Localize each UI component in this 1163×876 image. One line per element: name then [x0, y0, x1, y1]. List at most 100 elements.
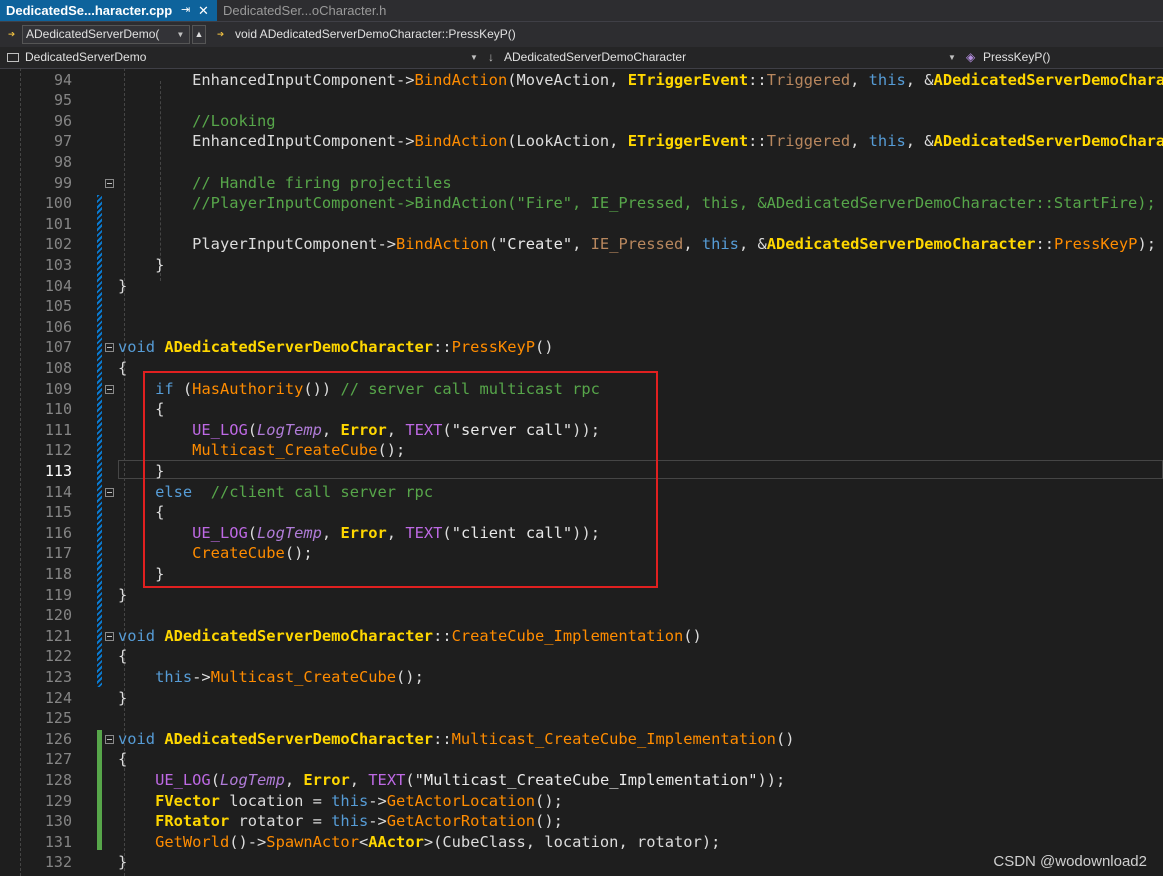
code-line[interactable]: 97 EnhancedInputComponent->BindAction(Lo… — [0, 131, 1163, 152]
code-text: PlayerInputComponent->BindAction("Create… — [118, 234, 1156, 255]
line-number: 95 — [53, 91, 72, 110]
code-line[interactable]: 104} — [0, 276, 1163, 297]
code-token: :: — [1035, 235, 1055, 254]
line-number: 114 — [44, 482, 72, 501]
close-icon[interactable]: ✕ — [198, 0, 209, 21]
code-text: } — [118, 852, 127, 873]
code-token: rotator = — [229, 812, 332, 831]
collapse-icon[interactable] — [105, 631, 114, 641]
code-token: BindAction — [414, 132, 508, 151]
code-line[interactable]: 95 — [0, 90, 1163, 111]
code-token: PressKeyP — [451, 338, 536, 357]
code-line[interactable]: 130 FRotator rotator = this->GetActorRot… — [0, 811, 1163, 832]
code-token: -> — [368, 791, 387, 810]
method-cube-icon: ◈ — [966, 50, 976, 64]
collapse-icon[interactable] — [105, 343, 114, 353]
code-token: } — [118, 276, 128, 295]
code-text: void ADedicatedServerDemoCharacter::Pres… — [118, 337, 554, 358]
code-token: < — [358, 832, 369, 851]
arrow-right-icon: ➔ — [8, 27, 16, 41]
code-line[interactable]: 105 — [0, 296, 1163, 317]
code-line[interactable]: 125 — [0, 708, 1163, 729]
code-token: -> — [368, 812, 387, 831]
project-dropdown[interactable]: DedicatedServerDemo ▼ — [0, 47, 482, 68]
code-token: :: — [433, 729, 452, 748]
pin-icon[interactable]: ⇥ — [181, 0, 190, 21]
code-line[interactable]: 128 UE_LOG(LogTemp, Error, TEXT("Multica… — [0, 770, 1163, 791]
code-token: } — [118, 255, 165, 274]
scope-name: ADedicatedServerDemoCharacter — [504, 50, 687, 64]
line-number: 106 — [44, 317, 72, 336]
code-token: ( — [405, 770, 415, 789]
code-text: this->Multicast_CreateCube(); — [118, 667, 424, 688]
code-line[interactable]: 121 void ADedicatedServerDemoCharacter::C… — [0, 626, 1163, 647]
line-number: 110 — [44, 400, 72, 419]
code-line[interactable]: 124} — [0, 688, 1163, 709]
code-token: :: — [433, 338, 452, 357]
code-line[interactable]: 123 this->Multicast_CreateCube(); — [0, 667, 1163, 688]
collapse-icon[interactable] — [105, 487, 114, 497]
line-number: 126 — [44, 729, 72, 748]
line-number: 96 — [53, 111, 72, 130]
tab-header-file[interactable]: DedicatedSer...oCharacter.h — [217, 0, 402, 21]
function-signature: void ADedicatedServerDemoCharacter::Pres… — [235, 27, 516, 41]
code-token: -> — [377, 235, 397, 254]
code-line[interactable]: 106 — [0, 317, 1163, 338]
line-number: 128 — [44, 770, 72, 789]
scope-dropdown[interactable]: ↓ ADedicatedServerDemoCharacter ▼ — [486, 47, 960, 68]
code-line[interactable]: 129 FVector location = this->GetActorLoc… — [0, 791, 1163, 812]
code-token: void — [118, 338, 156, 357]
navigation-bar: DedicatedServerDemo ▼ ↓ ADedicatedServer… — [0, 47, 1163, 69]
chevron-down-icon[interactable]: ▼ — [178, 30, 183, 39]
code-token: Error — [303, 770, 350, 789]
member-dropdown[interactable]: ◈ PressKeyP() — [964, 47, 1163, 68]
code-line[interactable]: 99 // Handle firing projectiles — [0, 173, 1163, 194]
tab-cpp-file[interactable]: DedicatedSe...haracter.cpp ⇥ ✕ — [0, 0, 217, 21]
code-token: Triggered — [766, 70, 851, 89]
code-line[interactable]: 122 { — [0, 646, 1163, 667]
code-line[interactable]: 103 } — [0, 255, 1163, 276]
code-line[interactable]: 101 — [0, 214, 1163, 235]
code-token: ETriggerEvent — [627, 132, 749, 151]
scroll-spinner[interactable]: ▲ — [192, 25, 206, 44]
line-number: 113 — [44, 461, 72, 480]
code-line[interactable]: 96 //Looking — [0, 111, 1163, 132]
code-line[interactable]: 98 — [0, 152, 1163, 173]
code-text: FVector location = this->GetActorLocatio… — [118, 791, 563, 812]
code-token: :: — [433, 626, 452, 645]
code-token: this — [868, 70, 906, 89]
code-line[interactable]: 126 void ADedicatedServerDemoCharacter::M… — [0, 729, 1163, 750]
code-line[interactable]: 100 //PlayerInputComponent->BindAction("… — [0, 193, 1163, 214]
code-text: void ADedicatedServerDemoCharacter::Crea… — [118, 626, 702, 647]
collapse-icon[interactable] — [105, 734, 114, 744]
code-token: FVector — [155, 791, 220, 810]
code-line[interactable]: 94 EnhancedInputComponent->BindAction(Mo… — [0, 70, 1163, 91]
code-token: "Multicast_CreateCube_Implementation" — [414, 770, 758, 789]
code-token: Multicast_CreateCube — [210, 667, 397, 686]
code-text: void ADedicatedServerDemoCharacter::Mult… — [118, 729, 794, 750]
code-token: //PlayerInputComponent->BindAction("Fire… — [192, 194, 1156, 213]
code-line[interactable]: 132} — [0, 852, 1163, 873]
class-dropdown[interactable]: ADedicatedServerDemo( — [22, 25, 190, 44]
code-token: this — [331, 812, 369, 831]
code-token: BindAction — [396, 235, 489, 254]
code-token: , — [683, 235, 702, 254]
code-token: :: — [748, 132, 767, 151]
code-text: { — [118, 749, 127, 770]
code-token: >(CubeClass, location, rotator); — [423, 832, 721, 851]
line-number: 127 — [44, 750, 72, 769]
code-line[interactable]: 120 — [0, 605, 1163, 626]
collapse-icon[interactable] — [105, 178, 114, 188]
code-line[interactable]: 131 GetWorld()->SpawnActor<AActor>(CubeC… — [0, 832, 1163, 853]
code-line[interactable]: 102 PlayerInputComponent->BindAction("Cr… — [0, 234, 1163, 255]
line-number: 103 — [44, 255, 72, 274]
code-line[interactable]: 107 void ADedicatedServerDemoCharacter::P… — [0, 337, 1163, 358]
project-name: DedicatedServerDemo — [25, 50, 147, 64]
collapse-icon[interactable] — [105, 384, 114, 394]
code-token: this — [868, 132, 906, 151]
code-line[interactable]: 127 { — [0, 749, 1163, 770]
